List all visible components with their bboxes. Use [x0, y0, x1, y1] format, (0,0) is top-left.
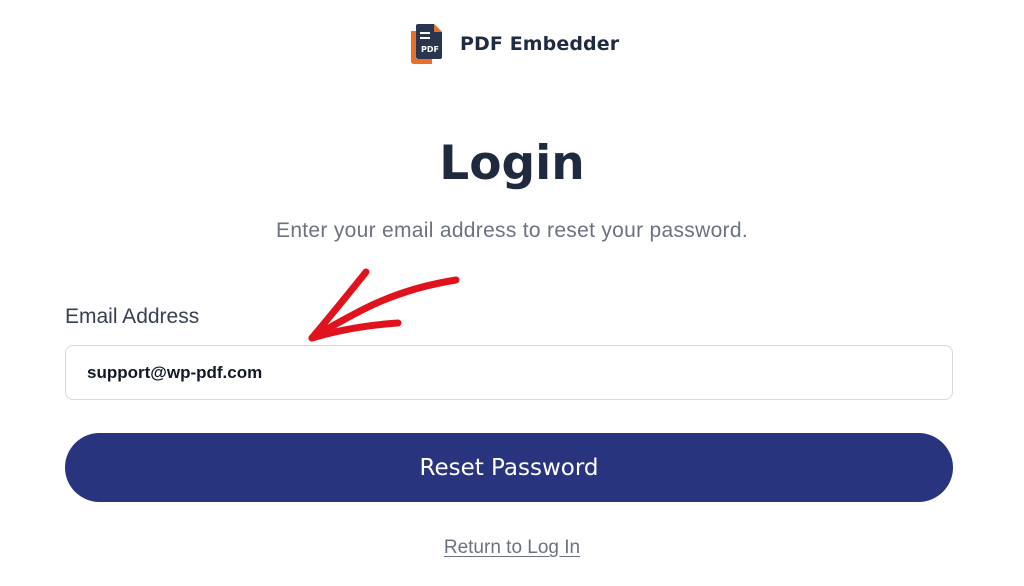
- email-field[interactable]: [65, 345, 953, 400]
- email-label: Email Address: [65, 305, 200, 328]
- return-to-login-link[interactable]: Return to Log In: [0, 537, 1024, 559]
- page-title: Login: [439, 136, 585, 191]
- login-page: PDF PDF Embedder Login Enter your email …: [0, 0, 1024, 586]
- pdf-document-icon: PDF: [411, 24, 442, 64]
- reset-password-button[interactable]: Reset Password: [65, 433, 953, 502]
- red-arrow-icon: [308, 268, 460, 342]
- brand-name: PDF Embedder: [460, 33, 620, 55]
- brand-header: PDF PDF Embedder: [408, 22, 619, 66]
- logo-text: PDF: [421, 45, 439, 54]
- page-subtitle: Enter your email address to reset your p…: [276, 219, 748, 242]
